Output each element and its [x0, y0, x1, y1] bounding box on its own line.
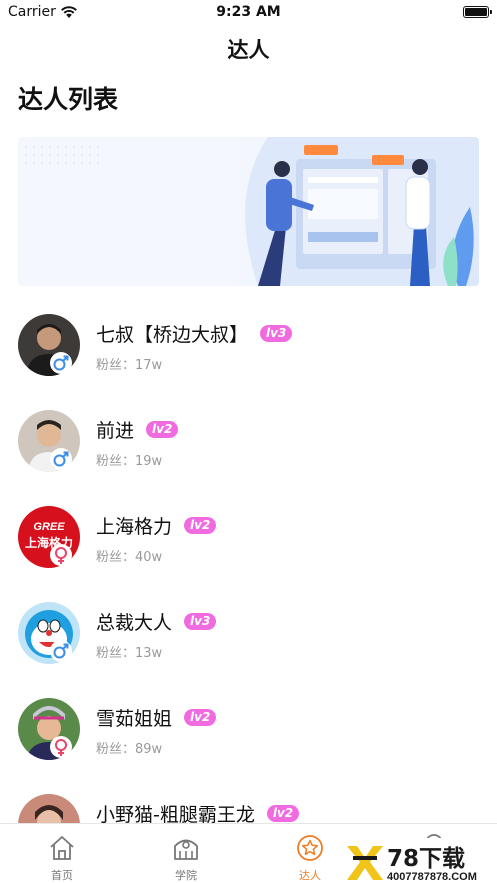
influencer-list: 七叔【桥边大叔】 lv3 粉丝：17w 前进 lv2 粉丝：19w GREE 上…	[0, 296, 497, 872]
level-badge: lv2	[184, 708, 217, 726]
level-badge: lv2	[184, 516, 217, 534]
fans-value: 19w	[135, 454, 163, 469]
star-icon	[297, 835, 323, 861]
fans-label: 粉丝：	[96, 742, 136, 757]
fans-count: 粉丝：19w	[96, 450, 162, 469]
home-icon	[50, 836, 74, 860]
battery-icon	[463, 6, 492, 18]
tab-academy-label: 学院	[175, 869, 197, 882]
fans-value: 40w	[135, 550, 163, 565]
fans-label: 粉丝：	[96, 550, 136, 565]
fans-value: 89w	[135, 742, 163, 757]
fans-count: 粉丝：17w	[96, 354, 162, 373]
avatar-brand-text: GREE	[33, 521, 65, 533]
banner-image[interactable]	[18, 137, 479, 286]
list-item[interactable]: 雪茹姐姐 lv2 粉丝：89w	[0, 680, 497, 776]
fans-value: 17w	[135, 358, 163, 373]
influencer-name: 雪茹姐姐	[96, 707, 173, 730]
fans-label: 粉丝：	[96, 646, 136, 661]
tab-home-label: 首页	[51, 869, 73, 882]
male-icon	[50, 352, 72, 374]
watermark-brand: 78下载	[387, 846, 465, 872]
fans-count: 粉丝：40w	[96, 546, 162, 565]
influencer-name: 上海格力	[96, 515, 173, 538]
watermark-url: 4007787878.COM	[387, 871, 477, 883]
fans-count: 粉丝：89w	[96, 738, 162, 757]
tab-academy[interactable]: 学院	[124, 824, 248, 883]
list-item[interactable]: GREE 上海格力 上海格力 lv2 粉丝：40w	[0, 488, 497, 584]
female-icon	[50, 544, 72, 566]
tab-home[interactable]: 首页	[0, 824, 124, 883]
clock: 9:23 AM	[216, 4, 281, 20]
list-item[interactable]: 总裁大人 lv3 粉丝：13w	[0, 584, 497, 680]
status-bar: Carrier 9:23 AM	[0, 0, 497, 26]
section-title: 达人列表	[18, 85, 119, 114]
fans-label: 粉丝：	[96, 454, 136, 469]
list-item[interactable]: 七叔【桥边大叔】 lv3 粉丝：17w	[0, 296, 497, 392]
level-badge: lv2	[266, 804, 300, 822]
academy-icon	[174, 839, 198, 860]
fans-label: 粉丝：	[96, 358, 136, 373]
male-icon	[50, 640, 72, 662]
nav-title: 达人	[227, 38, 270, 62]
level-badge: lv2	[146, 420, 179, 438]
influencer-name: 前进	[96, 419, 135, 442]
male-icon	[50, 448, 72, 470]
level-badge: lv3	[184, 612, 217, 630]
influencer-name: 七叔【桥边大叔】	[96, 323, 249, 346]
fans-value: 13w	[135, 646, 163, 661]
list-item[interactable]: 前进 lv2 粉丝：19w	[0, 392, 497, 488]
fans-count: 粉丝：13w	[96, 642, 162, 661]
female-icon	[50, 736, 72, 758]
influencer-name: 总裁大人	[96, 611, 173, 634]
level-badge: lv3	[260, 324, 293, 342]
watermark-logo: 78下载 4007787878.COM	[343, 838, 497, 883]
